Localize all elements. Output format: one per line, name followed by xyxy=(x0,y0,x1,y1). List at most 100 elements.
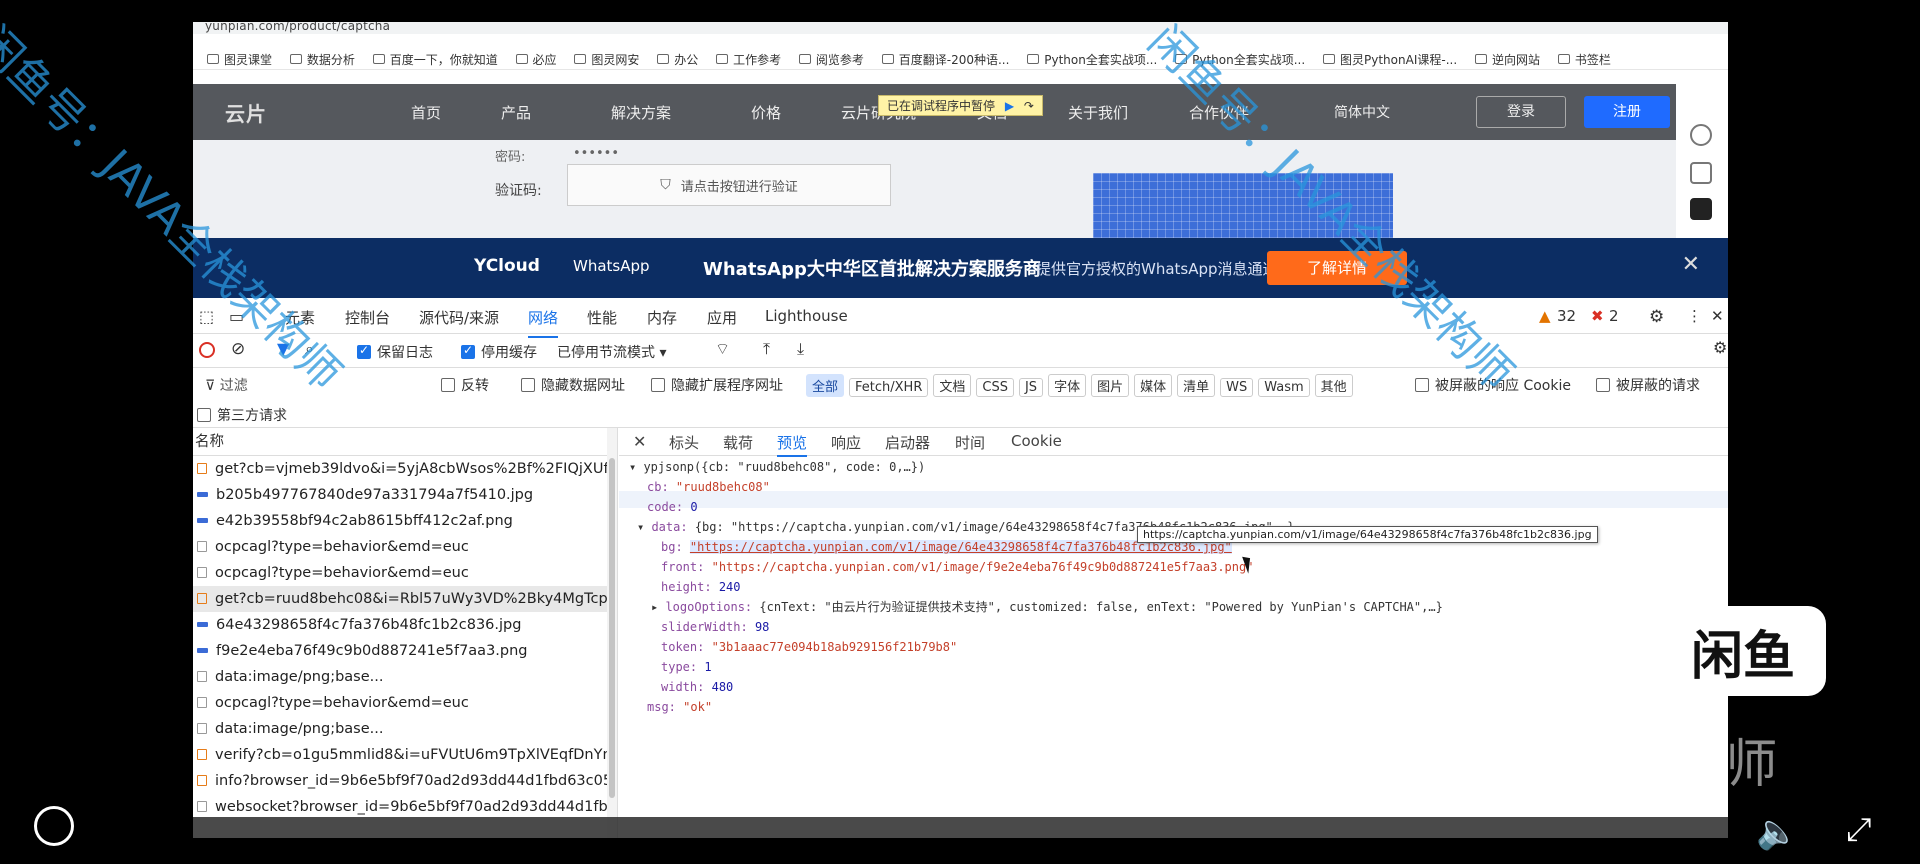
error-icon[interactable]: ✖ xyxy=(1591,307,1604,325)
bookmark-item[interactable]: 阅览参考 xyxy=(798,48,864,69)
filter-input[interactable]: ⊽ 过滤 xyxy=(205,375,248,395)
bookmark-item[interactable]: 图灵课堂 xyxy=(207,48,272,69)
json-field-code[interactable]: code: 0 xyxy=(647,500,698,514)
tab-initiator[interactable]: 启动器 xyxy=(885,432,930,453)
tab-network[interactable]: 网络 xyxy=(528,307,559,338)
type-filter-font[interactable]: 字体 xyxy=(1048,374,1087,397)
type-filter-doc[interactable]: 文档 xyxy=(933,374,972,397)
upload-icon[interactable]: ⤒ xyxy=(763,339,770,359)
list-item[interactable]: get?cb=ruud8behc08&i=Rbl57uWy3VD%2Bky4Mg… xyxy=(193,586,617,612)
bookmark-item[interactable]: 必应 xyxy=(515,48,557,69)
tab-console[interactable]: 控制台 xyxy=(345,307,390,328)
device-toolbar-icon[interactable]: ▭ xyxy=(229,307,244,326)
register-button[interactable]: 注册 xyxy=(1584,96,1670,128)
bookmark-item[interactable]: 百度一下，你就知道 xyxy=(372,48,498,69)
tab-sources[interactable]: 源代码/来源 xyxy=(419,307,499,328)
nav-about[interactable]: 关于我们 xyxy=(1068,102,1128,123)
bookmark-item[interactable]: 办公 xyxy=(657,48,698,69)
nav-home[interactable]: 首页 xyxy=(411,102,441,123)
clear-icon[interactable]: ⊘ xyxy=(231,339,245,359)
bookmark-item[interactable]: Python全套实战项... xyxy=(1175,48,1305,69)
list-item[interactable]: ocpcagl?type=behavior&emd=euc xyxy=(193,534,617,560)
warning-icon[interactable]: ▲ xyxy=(1539,307,1551,325)
json-root[interactable]: ▾ ypjsonp({cb: "ruud8behc08", code: 0,…}… xyxy=(629,460,925,474)
json-field-width[interactable]: width: 480 xyxy=(661,680,733,694)
bookmark-item[interactable]: 图灵PythonAI课程-... xyxy=(1323,48,1457,69)
list-item[interactable]: ocpcagl?type=behavior&emd=euc xyxy=(193,690,617,716)
list-item[interactable]: e42b39558bf94c2ab8615bff412c2af.png xyxy=(193,508,617,534)
bookmark-item[interactable]: 工作参考 xyxy=(716,48,781,69)
json-field-logo-options[interactable]: ▸ logoOptions: {cnText: "由云片行为验证提供技术支持",… xyxy=(651,600,1443,614)
more-options-icon[interactable]: ⋮ xyxy=(1687,307,1702,325)
json-field-slider-width[interactable]: sliderWidth: 98 xyxy=(661,620,769,634)
json-field-token[interactable]: token: "3b1aaac77e094b18ab929156f21b79b8… xyxy=(661,640,957,654)
bookmark-item[interactable]: Python全套实战项... xyxy=(1027,48,1157,69)
yunpian-logo[interactable]: 云片 xyxy=(225,98,267,127)
network-settings-icon[interactable]: ⚙ xyxy=(1713,338,1727,357)
filter-icon[interactable]: ▼ xyxy=(277,339,289,358)
list-item[interactable]: f9e2e4eba76f49c9b0d887241e5f7aa3.png xyxy=(193,638,617,664)
error-count[interactable]: 2 xyxy=(1609,307,1619,325)
tab-performance[interactable]: 性能 xyxy=(587,307,617,328)
nav-products[interactable]: 产品 xyxy=(501,102,531,123)
rotate-icon[interactable] xyxy=(34,806,74,846)
fullscreen-icon[interactable]: ⤢ xyxy=(1846,810,1872,849)
refresh-icon[interactable] xyxy=(1690,124,1712,146)
tab-elements[interactable]: 元素 xyxy=(285,307,315,328)
nav-solutions[interactable]: 解决方案 xyxy=(611,102,671,123)
json-field-msg[interactable]: msg: "ok" xyxy=(647,700,712,714)
scrollbar[interactable] xyxy=(607,428,617,838)
hide-data-urls-checkbox[interactable]: 隐藏数据网址 xyxy=(521,375,625,395)
url-text[interactable]: yunpian.com/product/captcha xyxy=(205,22,390,33)
list-item[interactable]: info?browser_id=9b6e5bf9f70ad2d93dd44d1f… xyxy=(193,768,617,794)
network-conditions-icon[interactable]: ⌔ xyxy=(715,339,730,359)
step-over-icon[interactable]: ↷ xyxy=(1024,99,1034,113)
search-icon[interactable]: ⌕ xyxy=(305,339,314,359)
third-party-checkbox[interactable]: 第三方请求 xyxy=(197,405,287,425)
type-filter-css[interactable]: CSS xyxy=(976,378,1014,397)
list-item[interactable]: verify?cb=o1gu5mmlid8&i=uFVUtU6m9TpXlVEq… xyxy=(193,742,617,768)
type-filter-all[interactable]: 全部 xyxy=(806,374,845,397)
tab-cookies[interactable]: Cookie xyxy=(1011,432,1062,450)
captcha-verify-button[interactable]: ⛉ 请点击按钮进行验证 xyxy=(567,164,891,206)
json-field-type[interactable]: type: 1 xyxy=(661,660,712,674)
json-value-link[interactable]: "https://captcha.yunpian.com/v1/image/f9… xyxy=(712,560,1254,574)
volume-icon[interactable]: 🔈 xyxy=(1756,812,1798,852)
bookmark-item[interactable]: 逆向网站 xyxy=(1474,48,1540,69)
password-field[interactable]: •••••• xyxy=(573,146,619,161)
blocked-requests-checkbox[interactable]: 被屏蔽的请求 xyxy=(1596,375,1700,395)
tab-application[interactable]: 应用 xyxy=(707,307,737,328)
type-filter-wasm[interactable]: Wasm xyxy=(1258,378,1310,397)
resume-icon[interactable]: ▶ xyxy=(1005,99,1014,113)
invert-checkbox[interactable]: 反转 xyxy=(441,375,489,395)
throttling-select[interactable]: 已停用节流模式 ▾ xyxy=(557,342,666,362)
captcha-image[interactable] xyxy=(1093,173,1393,238)
gear-icon[interactable]: ⚙ xyxy=(1649,307,1664,327)
learn-more-button[interactable]: 了解详情 xyxy=(1267,251,1407,285)
list-item[interactable]: get?cb=vjmeb39ldvo&i=5yjA8cbWsos%2Bf%2FI… xyxy=(193,456,617,482)
disable-cache-toggle[interactable]: 停用缓存 xyxy=(461,342,537,362)
nav-partners[interactable]: 合作伙伴 xyxy=(1189,102,1249,123)
record-icon[interactable] xyxy=(199,342,215,358)
bookmark-item[interactable]: 书签栏 xyxy=(1557,48,1611,69)
close-detail-icon[interactable]: ✕ xyxy=(633,432,646,451)
type-filter-manifest[interactable]: 清单 xyxy=(1177,374,1216,397)
json-field-height[interactable]: height: 240 xyxy=(661,580,741,594)
language-select[interactable]: 简体中文 xyxy=(1334,102,1390,122)
nav-pricing[interactable]: 价格 xyxy=(751,102,781,123)
hide-ext-urls-checkbox[interactable]: 隐藏扩展程序网址 xyxy=(651,375,783,395)
bookmark-item[interactable]: 百度翻译-200种语... xyxy=(881,48,1009,69)
bookmark-item[interactable]: 图灵网安 xyxy=(574,48,639,69)
tab-preview[interactable]: 预览 xyxy=(777,432,808,457)
list-item[interactable]: data:image/png;base... xyxy=(193,664,617,690)
login-button[interactable]: 登录 xyxy=(1476,96,1566,128)
tab-headers[interactable]: 标头 xyxy=(669,432,699,453)
scrollbar-thumb[interactable] xyxy=(609,458,615,798)
bookmark-item[interactable]: 数据分析 xyxy=(289,48,355,69)
inspect-element-icon[interactable]: ⬚ xyxy=(199,307,214,326)
type-filter-media[interactable]: 媒体 xyxy=(1134,374,1173,397)
type-filter-ws[interactable]: WS xyxy=(1220,378,1254,397)
tab-timing[interactable]: 时间 xyxy=(955,432,985,453)
download-icon[interactable]: ⤓ xyxy=(797,339,804,359)
json-field-cb[interactable]: cb: "ruud8behc08" xyxy=(647,480,770,494)
